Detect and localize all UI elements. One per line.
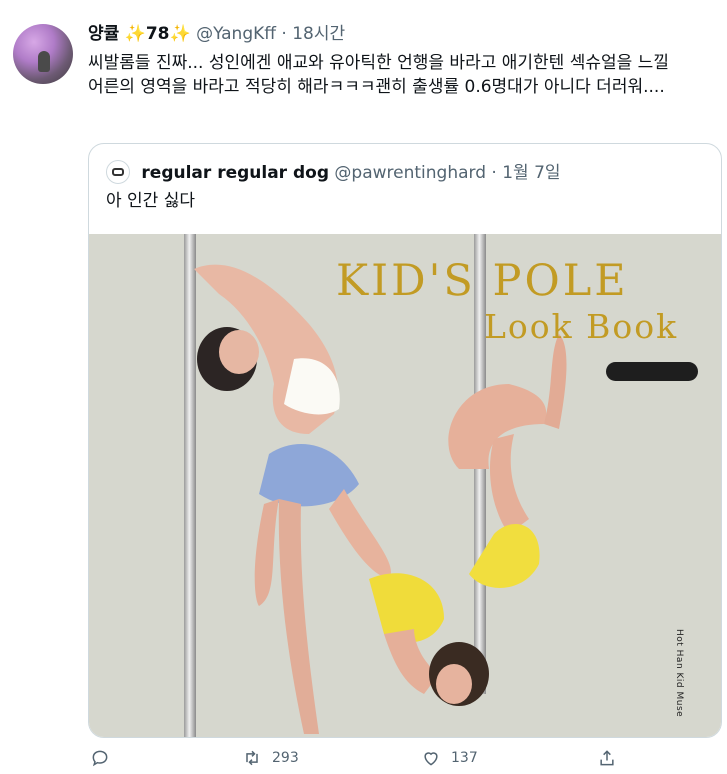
quoted-header-separator: · (491, 163, 497, 183)
tweet[interactable]: 양큘 ✨78✨ @YangKff · 18시간 씨발롬들 진짜... 성인에겐 … (0, 0, 727, 774)
quoted-timestamp[interactable]: 1월 7일 (502, 163, 560, 183)
image-title-line1: KID'S POLE (336, 256, 629, 306)
redaction-bar (606, 362, 698, 381)
image-title-line2: Look Book (484, 307, 679, 346)
share-icon (600, 750, 614, 766)
tweet-actions: 293 137 (88, 748, 727, 774)
tweet-text: 씨발롬들 진짜... 성인에겐 애교와 유아틱한 언행을 바라고 애기한텐 섹슈… (88, 53, 669, 97)
like-button[interactable]: 137 (421, 748, 478, 768)
author-handle[interactable]: @YangKff (196, 24, 276, 44)
retweet-count: 293 (272, 750, 299, 766)
quoted-author-name[interactable]: regular regular dog (141, 163, 329, 183)
header-separator: · (281, 24, 287, 44)
tweet-header: 양큘 ✨78✨ @YangKff · 18시간 (88, 22, 345, 46)
avatar-bird-figure (38, 51, 50, 72)
heart-icon (424, 752, 438, 766)
reply-button[interactable] (90, 748, 120, 768)
quoted-author-handle[interactable]: @pawrentinghard (334, 163, 486, 183)
retweet-button[interactable]: 293 (242, 748, 299, 768)
like-count: 137 (451, 750, 478, 766)
tweet-timestamp[interactable]: 18시간 (292, 24, 345, 44)
quoted-author-avatar[interactable] (106, 160, 130, 184)
quoted-tweet-image[interactable]: KID'S POLE Look Book Hot Han Kid Muse (89, 234, 721, 737)
reply-icon (92, 750, 108, 767)
author-avatar[interactable] (13, 24, 73, 84)
author-name[interactable]: 양큘 (88, 24, 119, 44)
quoted-tweet-header: regular regular dog @pawrentinghard · 1월… (106, 160, 561, 185)
share-button[interactable] (597, 748, 627, 768)
author-name-badge[interactable]: ✨78✨ (125, 24, 191, 44)
image-vertical-label: Hot Han Kid Muse (674, 629, 684, 718)
retweet-icon (246, 750, 258, 766)
quoted-tweet-text: 아 인간 싫다 (106, 191, 196, 211)
quoted-tweet[interactable]: regular regular dog @pawrentinghard · 1월… (88, 143, 722, 738)
